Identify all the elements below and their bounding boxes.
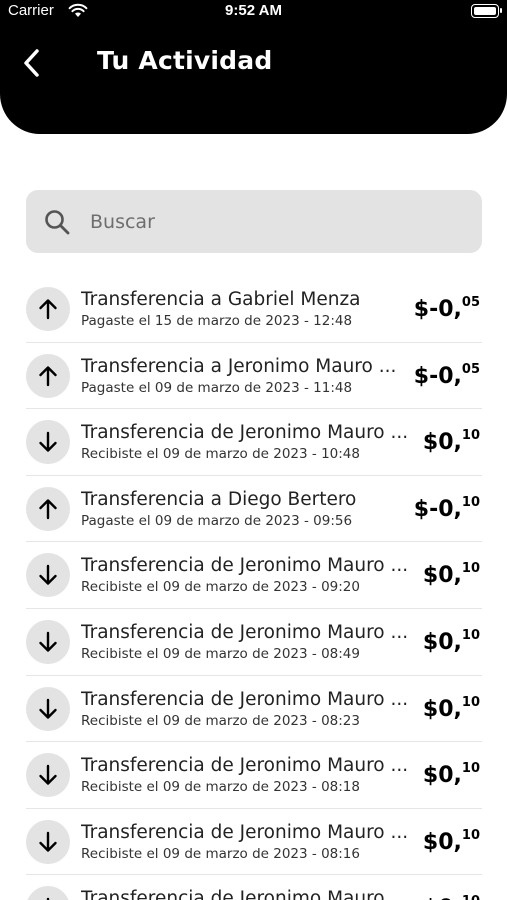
activity-amount: $0,10 [423,761,480,788]
amount-cents: 10 [461,561,480,577]
arrow-down-icon [26,686,70,731]
activity-subtitle: Pagaste el 09 de marzo de 2023 - 09:56 [81,512,353,529]
activity-row[interactable]: Transferencia de Jeronimo Mauro ... Recib… [26,742,482,809]
activity-amount: $0,10 [423,428,480,455]
amount-cents: 10 [461,694,480,710]
activity-subtitle: Recibiste el 09 de marzo de 2023 - 09:20 [81,579,360,596]
amount-main: $0, [422,563,462,589]
activity-list[interactable]: Transferencia a Gabriel Menza Pagaste el … [26,276,482,900]
amount-main: $-0, [413,496,462,522]
activity-subtitle: Pagaste el 15 de marzo de 2023 - 12:48 [81,313,353,329]
activity-amount: $0,10 [423,894,480,900]
amount-cents: 10 [461,761,480,777]
activity-row[interactable]: Transferencia a Gabriel Menza Pagaste el … [26,276,482,343]
activity-amount: $0,10 [423,695,480,722]
amount-main: $-0, [413,297,462,322]
activity-row[interactable]: Transferencia de Jeronimo Mauro ... Recib… [26,542,482,609]
amount-main: $0, [422,629,462,655]
activity-row[interactable]: Transferencia de Jeronimo Mauro ... Recib… [26,809,482,876]
activity-title: Transferencia a Jeronimo Mauro ... [81,355,397,377]
arrow-down-icon [26,553,70,598]
amount-main: $0, [423,896,462,900]
activity-title: Transferencia de Jeronimo Mauro ... [81,621,409,643]
amount-cents: 10 [461,627,480,643]
amount-main: $0, [422,763,462,789]
arrow-up-icon [26,287,70,331]
activity-title: Transferencia de Jeronimo Mauro ... [81,422,409,444]
activity-title: Transferencia de Jeronimo Mauro ... [81,555,409,577]
activity-subtitle: Recibiste el 09 de marzo de 2023 - 08:49 [81,645,360,662]
arrow-down-icon [26,753,70,798]
status-bar: Carrier 9:52 AM [0,0,507,26]
activity-row[interactable]: Transferencia de Jeronimo Mauro ... Recib… [26,609,482,676]
activity-subtitle: Recibiste el 09 de marzo de 2023 - 10:48 [81,446,360,463]
clock-time: 9:52 AM [225,2,282,19]
header-bar: Carrier 9:52 AM Tu Actividad [0,0,507,134]
activity-subtitle: Pagaste el 09 de marzo de 2023 - 11:48 [81,379,353,396]
amount-cents: 10 [461,494,480,510]
activity-amount: $-0,10 [414,495,480,522]
activity-row[interactable]: Transferencia de Jeronimo Mauro ... $0,10 [26,875,482,900]
amount-main: $0, [422,696,462,722]
activity-title: Transferencia a Diego Bertero [81,488,357,510]
activity-title: Transferencia de Jeronimo Mauro ... [81,688,409,710]
activity-subtitle: Recibiste el 09 de marzo de 2023 - 08:16 [81,845,360,862]
amount-cents: 10 [461,428,480,444]
activity-amount: $-0,05 [414,362,480,389]
battery-icon [471,4,502,18]
arrow-up-icon [26,353,70,398]
arrow-down-icon [26,819,70,864]
arrow-down-icon [26,420,70,465]
activity-row[interactable]: Transferencia de Jeronimo Mauro ... Recib… [26,409,482,476]
amount-cents: 10 [462,894,480,900]
activity-amount: $0,10 [423,828,480,855]
activity-amount: $0,10 [423,561,480,588]
amount-cents: 10 [461,827,480,843]
amount-cents: 05 [461,295,480,310]
page-title: Tu Actividad [97,46,273,75]
activity-title: Transferencia de Jeronimo Mauro ... [81,888,409,900]
back-button[interactable] [14,44,48,82]
amount-main: $0, [422,430,462,456]
chevron-left-icon [24,49,39,77]
arrow-down-icon [26,886,70,900]
search-icon [44,209,70,239]
activity-row[interactable]: Transferencia a Jeronimo Mauro ... Pagast… [26,343,482,410]
activity-amount: $-0,05 [414,295,480,322]
search-input[interactable] [90,190,460,253]
activity-title: Transferencia de Jeronimo Mauro ... [81,755,409,777]
amount-main: $0, [422,829,462,855]
arrow-down-icon [26,619,70,664]
activity-row[interactable]: Transferencia a Diego Bertero Pagaste el … [26,476,482,543]
arrow-up-icon [26,486,70,531]
activity-amount: $0,10 [423,628,480,655]
amount-main: $-0, [413,363,462,389]
search-bar[interactable] [26,190,482,253]
activity-title: Transferencia de Jeronimo Mauro ... [81,821,409,843]
activity-subtitle: Recibiste el 09 de marzo de 2023 - 08:18 [81,779,360,796]
activity-title: Transferencia a Gabriel Menza [81,289,361,310]
activity-row[interactable]: Transferencia de Jeronimo Mauro ... Recib… [26,676,482,743]
activity-subtitle: Recibiste el 09 de marzo de 2023 - 08:23 [81,712,360,729]
amount-cents: 05 [461,361,480,377]
